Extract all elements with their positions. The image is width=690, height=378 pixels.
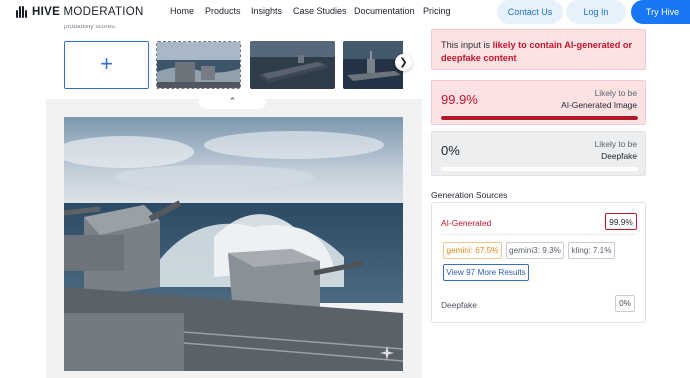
ai-generated-label: AI-Generated [441,218,492,228]
contact-us-button[interactable]: Contact Us [497,0,563,24]
plus-icon: + [100,51,113,76]
ai-generated-score: 99.9% [441,92,478,107]
thumbnail-aircraft-carrier[interactable] [250,41,335,89]
deepfake-label: Deepfake [441,300,477,310]
chevron-up-icon[interactable]: ⌃ [199,94,266,109]
progress-fill [441,116,638,120]
source-chip-kling: kling: 7.1% [568,242,615,259]
nav-products[interactable]: Products [205,6,241,16]
ai-generated-progress-bar [441,116,638,120]
hive-logo[interactable]: HIVE MODERATION [16,5,144,19]
nav-case-studies[interactable]: Case Studies [293,6,347,16]
source-chip-gemini: gemini: 67.5% [443,242,502,259]
generation-sources-heading: Generation Sources [431,190,508,200]
thumbnail-ship-guns[interactable] [156,41,241,89]
deepfake-score-card: 0% Likely to be Deepfake [431,131,646,176]
thumbnail-warship[interactable] [343,41,428,89]
score-label-top: Likely to be [594,139,637,149]
nav-home[interactable]: Home [170,6,194,16]
score-label-main: Deepfake [601,151,637,161]
instructions-text: probability scores. [64,25,117,30]
source-chip-gemini3: gemini3: 9.3% [506,242,564,259]
ai-generated-score-card: 99.9% Likely to be AI-Generated Image [431,80,646,125]
score-label-top: Likely to be [594,88,637,98]
detection-warning-banner: This input is likely to contain AI-gener… [431,29,646,70]
upload-image-button[interactable]: + [64,41,149,89]
view-more-results-button[interactable]: View 97 More Results [443,264,529,281]
log-in-button[interactable]: Log In [566,0,626,24]
analyzed-image [64,117,403,371]
nav-documentation[interactable]: Documentation [354,6,415,16]
generation-sources-card: AI-Generated 99.9% gemini: 67.5% gemini3… [431,202,646,323]
sparkle-icon [380,346,394,360]
nav-pricing[interactable]: Pricing [423,6,451,16]
deepfake-progress-bar [441,167,638,171]
chevron-right-icon[interactable]: ❯ [395,54,412,71]
ai-generated-value-badge: 99.9% [605,213,637,230]
try-hive-button[interactable]: Try Hive [631,0,690,24]
deepfake-value-badge: 0% [615,295,635,312]
top-navigation-bar: HIVE MODERATION Home Products Insights C… [0,0,690,26]
hive-logo-icon [16,6,28,18]
divider [441,234,637,235]
score-label-main: AI-Generated Image [561,100,637,110]
deepfake-score: 0% [441,143,460,158]
nav-insights[interactable]: Insights [251,6,282,16]
